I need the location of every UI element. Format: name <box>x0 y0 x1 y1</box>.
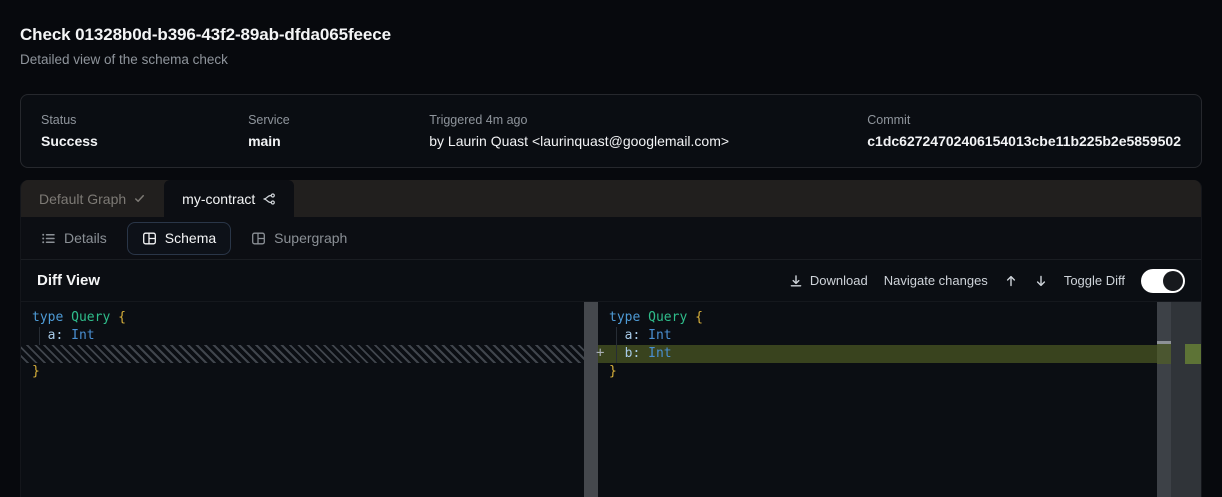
commit-label: Commit <box>867 112 1181 128</box>
tab-details-label: Details <box>64 230 107 246</box>
arrow-up-icon <box>1004 274 1018 288</box>
code-line: } <box>598 363 1157 381</box>
next-change-button[interactable] <box>1034 274 1048 288</box>
code-line: type Query { <box>21 309 584 327</box>
page-header: Check 01328b0d-b396-43f2-89ab-dfda065fee… <box>20 0 1202 68</box>
tab-my-contract-label: my-contract <box>182 191 255 207</box>
tab-schema-label: Schema <box>165 230 216 246</box>
tab-supergraph-label: Supergraph <box>274 230 347 246</box>
panels-icon <box>251 231 266 246</box>
diff-toolbar: Diff View Download Navigate changes <box>21 260 1201 302</box>
graph-tab-bar: Default Graph my-contract <box>21 180 1201 217</box>
check-icon <box>133 192 146 205</box>
page-subtitle: Detailed view of the schema check <box>20 51 1202 68</box>
service-value: main <box>248 132 429 151</box>
toggle-knob <box>1163 271 1183 291</box>
diff-added-line: b: Int <box>598 345 1157 363</box>
tab-schema[interactable]: Schema <box>127 222 231 255</box>
toggle-diff-switch[interactable] <box>1141 269 1185 293</box>
code-line: type Query { <box>598 309 1157 327</box>
tab-my-contract[interactable]: my-contract <box>164 180 294 217</box>
page-title: Check 01328b0d-b396-43f2-89ab-dfda065fee… <box>20 24 1202 46</box>
diff-right-pane: type Query { a: Int b: Int} <box>598 302 1157 497</box>
navigate-changes-button[interactable]: Navigate changes <box>884 273 988 288</box>
diff-view: type Query { a: Int} type Query { a: Int… <box>21 302 1201 497</box>
tab-details[interactable]: Details <box>37 230 111 246</box>
summary-status: Status Success <box>41 112 248 151</box>
triggered-value: by Laurin Quast <laurinquast@googlemail.… <box>429 132 867 151</box>
diff-placeholder-line <box>21 345 584 363</box>
download-button[interactable]: Download <box>789 273 868 288</box>
view-tab-bar: Details Schema Supergraph <box>21 217 1201 260</box>
contract-icon <box>262 192 276 206</box>
overview-scrollbar-thumb[interactable] <box>1157 302 1171 497</box>
added-line-marker: + <box>596 344 604 362</box>
arrow-down-icon <box>1034 274 1048 288</box>
code-line: } <box>21 363 584 381</box>
summary-commit: Commit c1dc62724702406154013cbe11b225b2e… <box>867 112 1181 151</box>
tab-supergraph[interactable]: Supergraph <box>247 230 351 246</box>
commit-value: c1dc62724702406154013cbe11b225b2e5859502 <box>867 132 1181 151</box>
tab-default-graph[interactable]: Default Graph <box>21 180 164 217</box>
summary-triggered: Triggered 4m ago by Laurin Quast <laurin… <box>429 112 867 151</box>
summary-service: Service main <box>248 112 429 151</box>
previous-change-button[interactable] <box>1004 274 1018 288</box>
check-detail-panel: Default Graph my-contract Details <box>20 180 1202 497</box>
code-line: a: Int <box>598 327 1157 345</box>
status-value: Success <box>41 132 248 151</box>
download-icon <box>789 274 803 288</box>
tab-default-graph-label: Default Graph <box>39 191 126 207</box>
panels-icon <box>142 231 157 246</box>
toggle-diff-label: Toggle Diff <box>1064 273 1125 288</box>
overview-added-shadow <box>1157 344 1171 364</box>
check-summary-card: Status Success Service main Triggered 4m… <box>20 94 1202 168</box>
diff-overview-ruler[interactable] <box>1157 302 1201 497</box>
overview-added-marker <box>1185 344 1201 364</box>
service-label: Service <box>248 112 429 128</box>
diff-left-code: type Query { a: Int} <box>21 309 584 381</box>
list-icon <box>41 231 56 246</box>
status-label: Status <box>41 112 248 128</box>
diff-view-title: Diff View <box>37 272 100 289</box>
code-line: a: Int <box>21 327 584 345</box>
diff-left-pane: type Query { a: Int} <box>21 302 584 497</box>
navigate-changes-label: Navigate changes <box>884 273 988 288</box>
download-label: Download <box>810 273 868 288</box>
page: Check 01328b0d-b396-43f2-89ab-dfda065fee… <box>0 0 1222 497</box>
diff-right-code: type Query { a: Int b: Int} <box>598 309 1157 381</box>
triggered-label: Triggered 4m ago <box>429 112 867 128</box>
left-pane-scrollbar[interactable] <box>584 302 598 497</box>
diff-toolbar-actions: Download Navigate changes Toggle Diff <box>789 269 1185 293</box>
